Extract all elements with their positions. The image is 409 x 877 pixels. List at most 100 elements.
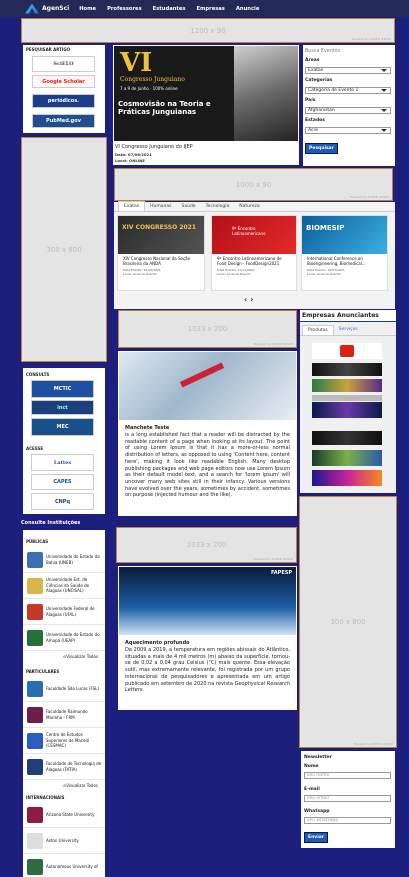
- brand-logo[interactable]: AgenSci: [25, 3, 69, 14]
- nav-link-empresas[interactable]: Empresas: [196, 6, 224, 12]
- nav-link-anuncie[interactable]: Anuncie: [236, 6, 259, 12]
- search-articles-panel: PESQUISAR ARTIGO SciELO Google Scholar p…: [23, 45, 105, 133]
- view-all-particulares-link[interactable]: ⊙Visualizar Todos: [23, 780, 105, 788]
- chevron-down-icon: [381, 69, 387, 72]
- advertisers-title: Empresas Anunciantes: [300, 310, 396, 322]
- article-heading: Aquecimento profundo: [125, 640, 190, 646]
- featured-event-place: Local: ONLINE: [115, 158, 145, 163]
- inct-logo[interactable]: inct: [31, 400, 94, 415]
- ad-right-tall[interactable]: 300 x 800 Powered by #### ####: [299, 496, 397, 748]
- advertiser-logo[interactable]: [312, 395, 382, 401]
- event-card[interactable]: 9º Encontro Latinoamericano 9º Encontro …: [211, 215, 297, 291]
- list-item[interactable]: Universidade Est. de Ciências da Saúde d…: [23, 573, 105, 599]
- capes-logo[interactable]: CAPES: [31, 474, 94, 490]
- advertiser-logo[interactable]: [312, 343, 382, 359]
- carousel-arrows[interactable]: ‹ ›: [244, 295, 253, 304]
- estados-select[interactable]: Acre: [305, 127, 391, 134]
- scielo-logo[interactable]: SciELO: [32, 56, 95, 72]
- list-item[interactable]: Universidade Federal de Alagoas (UFAL): [23, 599, 105, 625]
- cnpq-logo[interactable]: CNPq: [31, 493, 94, 510]
- list-item[interactable]: Centro de Estudos Superiores de Maceió (…: [23, 728, 105, 754]
- view-all-publicas-link[interactable]: ⊙Visualizar Todos: [23, 651, 105, 659]
- periodicos-logo[interactable]: periódicos.: [32, 94, 95, 108]
- advertiser-logo[interactable]: [312, 402, 382, 418]
- ad-top-banner[interactable]: 1200 x 90 Powered by #### ####: [21, 18, 395, 43]
- list-item[interactable]: Faculdade de Tecnologia de Alagoas (FATI…: [23, 754, 105, 780]
- advertiser-logo[interactable]: [312, 431, 382, 445]
- categorias-label: Categorias: [305, 78, 333, 83]
- institutions-title: Consulte Instituições: [21, 520, 81, 526]
- institution-name: Faculdade Raimundo Marinho - FRM: [46, 709, 88, 720]
- ad-center-banner-1[interactable]: 1033 x 200 Powered by #### ####: [118, 310, 297, 348]
- mec-logo[interactable]: MEC: [31, 418, 94, 436]
- tab-servicos[interactable]: Serviços: [334, 325, 363, 335]
- nav-link-estudantes[interactable]: Estudantes: [153, 6, 186, 12]
- list-item[interactable]: Faculdade São Lucas (FSL): [23, 676, 105, 702]
- advertisers-panel: Empresas Anunciantes Produtos Serviços: [300, 310, 396, 493]
- list-item[interactable]: Faculdade Raimundo Marinho - FRM: [23, 702, 105, 728]
- event-card-place: Local: Local do Evento: [217, 272, 251, 276]
- institution-name: Faculdade São Lucas (FSL): [46, 685, 100, 691]
- search-events-button[interactable]: Pesquisar: [305, 143, 338, 154]
- list-item[interactable]: Arizona State University: [23, 802, 105, 828]
- ad-size-label: 1200 x 90: [190, 26, 226, 35]
- lattes-logo[interactable]: Lattes: [31, 454, 94, 471]
- chevron-down-icon: [381, 109, 387, 112]
- google-scholar-logo[interactable]: Google Scholar: [32, 75, 95, 88]
- advertiser-logo[interactable]: [312, 379, 382, 392]
- areas-select[interactable]: Exatas: [305, 67, 391, 74]
- advertiser-logo[interactable]: [312, 363, 382, 376]
- google-scholar-text: Google Scholar: [42, 78, 85, 85]
- advertiser-logo[interactable]: [312, 470, 382, 486]
- poster-date: 7 a 9 de Junho · 100% online: [120, 86, 178, 91]
- fapesp-watermark: FAPESP: [270, 570, 292, 576]
- tab-humanas[interactable]: Humanas: [145, 202, 176, 211]
- advertisers-tabs: Produtos Serviços: [300, 322, 396, 336]
- advertiser-logo[interactable]: [312, 450, 382, 466]
- nav-link-professores[interactable]: Professores: [107, 6, 142, 12]
- pubmed-logo[interactable]: PubMed.gov: [32, 114, 95, 128]
- ad-left-tall[interactable]: 300 x 800: [21, 137, 107, 362]
- categorias-select[interactable]: Categoria de Evento 1: [305, 87, 391, 94]
- events-tabs-panel: Exatas Humanas Saúde Tecnologia Natureza…: [114, 201, 395, 309]
- list-item[interactable]: Autonomous University of: [23, 854, 105, 877]
- tab-produtos[interactable]: Produtos: [302, 325, 334, 335]
- article-body: De 2009 a 2019, a temperatura em regiões…: [118, 646, 297, 695]
- list-item[interactable]: Aston University: [23, 828, 105, 854]
- internacionais-title: INTERNACIONAIS: [26, 795, 65, 800]
- name-input[interactable]: seu nome: [304, 772, 391, 779]
- institution-name: Universidade Est. de Ciências da Saúde d…: [46, 577, 90, 594]
- event-card[interactable]: XIV CONGRESSO 2021 XIV Congresso Naciona…: [117, 215, 205, 291]
- ad-mid-banner[interactable]: 1000 x 90 Powered by #### ####: [114, 168, 393, 201]
- ad-size-label: 300 x 800: [46, 245, 82, 254]
- estados-label: Estados: [305, 118, 325, 123]
- lattes-text: Lattes: [53, 459, 72, 466]
- featured-event-name: VI Congresso Junguiano do IJEP: [115, 144, 193, 150]
- pais-select[interactable]: Afghanistan: [305, 107, 391, 114]
- list-item[interactable]: Universidade do Estado da Bahia (UNEB): [23, 547, 105, 573]
- event-card[interactable]: BIOMESIP International Conference on Bio…: [301, 215, 388, 291]
- nav-link-home[interactable]: Home: [79, 6, 96, 12]
- article-card[interactable]: Manchete Teste is a long established fac…: [118, 351, 297, 516]
- ad-center-banner-2[interactable]: 1033 x 200 Powered by #### ####: [116, 527, 297, 563]
- newsletter-submit-button[interactable]: Enviar: [304, 832, 329, 843]
- tab-exatas[interactable]: Exatas: [118, 201, 146, 211]
- featured-event-card[interactable]: VI Congresso Junguiano 7 a 9 de Junho · …: [113, 45, 299, 165]
- event-banner-text: BIOMESIP: [306, 224, 345, 232]
- email-input[interactable]: seu email: [304, 795, 391, 802]
- institution-logo-icon: [27, 706, 43, 723]
- tab-saude[interactable]: Saúde: [176, 202, 200, 211]
- article-card[interactable]: FAPESP Aquecimento profundo De 2009 a 20…: [118, 566, 297, 710]
- whatsapp-input[interactable]: seu whatsapp: [304, 817, 391, 824]
- pipette-shape: [179, 362, 225, 388]
- pais-select-value: Afghanistan: [308, 108, 335, 113]
- periodicos-text: periódicos.: [47, 98, 80, 104]
- tab-tecnologia[interactable]: Tecnologia: [201, 202, 235, 211]
- list-item[interactable]: Universidade do Estado do Amapá (UEAP): [23, 625, 105, 651]
- newsletter-panel: Newsletter Nome seu nome E-mail seu emai…: [301, 751, 395, 848]
- chevron-down-icon: [381, 129, 387, 132]
- tab-natureza[interactable]: Natureza: [234, 202, 264, 211]
- mctic-logo[interactable]: MCTIC: [31, 380, 94, 398]
- inct-text: inct: [57, 404, 68, 411]
- consults-title: CONSULTS: [26, 372, 50, 377]
